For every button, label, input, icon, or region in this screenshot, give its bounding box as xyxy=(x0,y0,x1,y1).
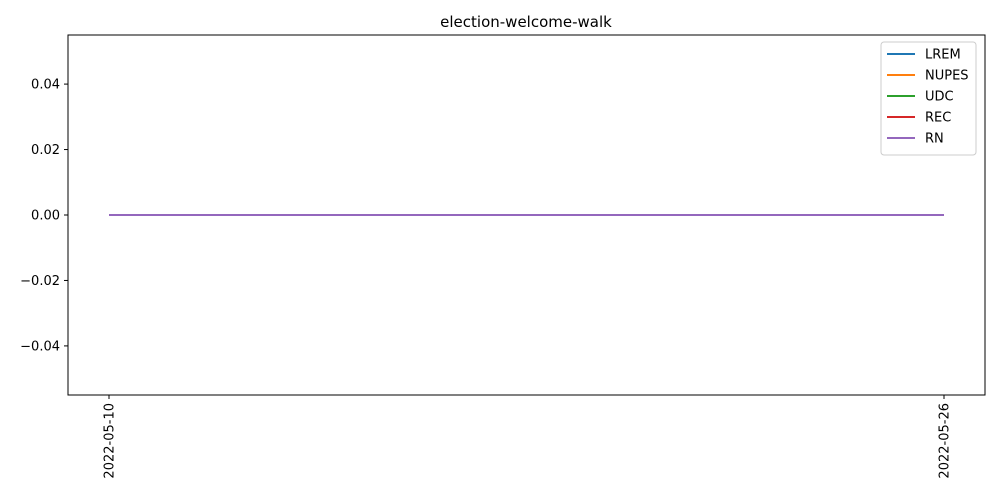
y-tick-label: −0.04 xyxy=(20,339,60,354)
chart-background xyxy=(0,0,1000,500)
x-tick-label: 2022-05-10 xyxy=(103,403,118,479)
y-tick-label: −0.02 xyxy=(20,274,60,289)
x-tick-label: 2022-05-26 xyxy=(938,403,953,479)
legend: LREM NUPES UDC REC RN xyxy=(880,41,977,156)
line-chart: election-welcome-walk −0.04 −0.02 0.00 0.02… xyxy=(0,0,1000,500)
legend-label-udc: UDC xyxy=(925,90,954,105)
legend-label-rec: REC xyxy=(925,111,951,126)
y-tick-label: 0.04 xyxy=(31,78,60,93)
legend-label-lrem: LREM xyxy=(925,48,961,63)
chart-title: election-welcome-walk xyxy=(440,13,612,31)
y-tick-label: 0.02 xyxy=(31,143,60,158)
y-tick-label: 0.00 xyxy=(31,209,60,224)
legend-label-rn: RN xyxy=(925,132,944,147)
legend-label-nupes: NUPES xyxy=(925,69,969,84)
